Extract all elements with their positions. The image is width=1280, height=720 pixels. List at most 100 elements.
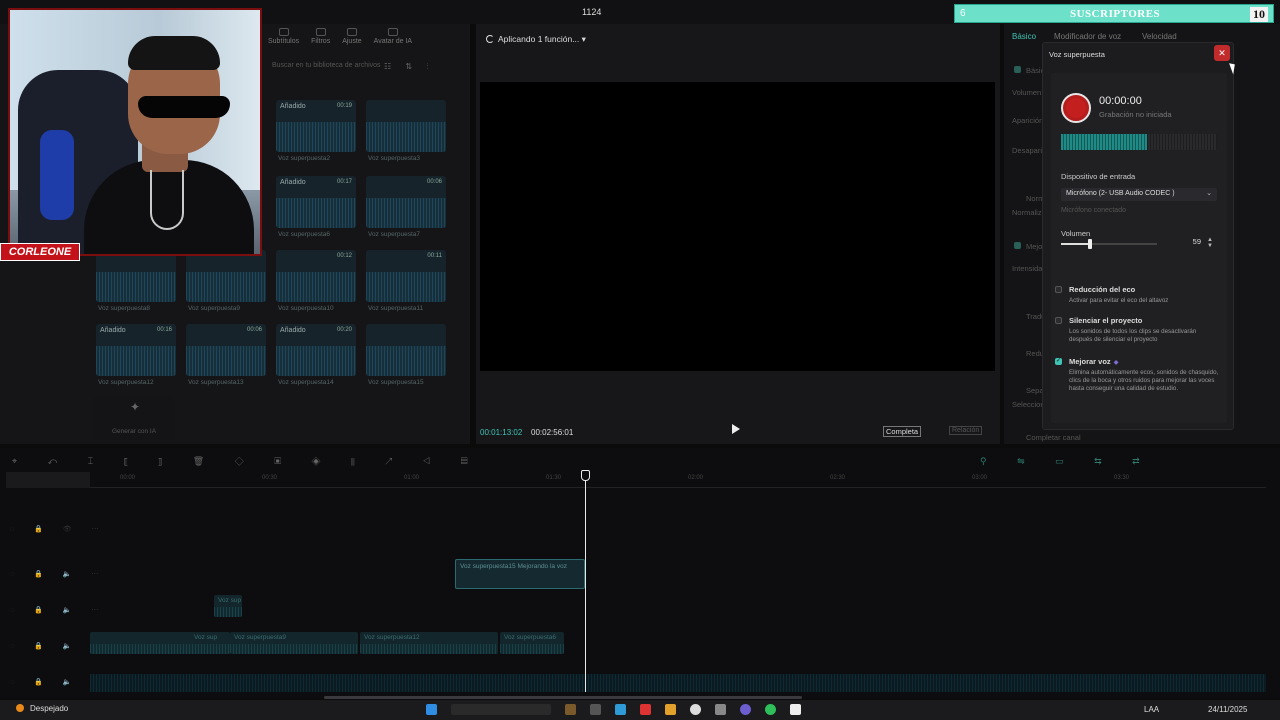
input-device-select[interactable]: Micrófono (2- USB Audio CODEC ) ⌄ <box>1061 188 1217 201</box>
timeline-right-tools[interactable]: ⚲ ⇋ ▭ ⇆ ⇄ <box>980 456 1154 467</box>
selected-audio-clip[interactable]: Voz superpuesta15 Mejorando la voz <box>455 559 585 589</box>
app-icon[interactable] <box>615 704 626 715</box>
weather-widget[interactable]: Despejado <box>16 704 68 713</box>
subs-label: SUSCRIPTORES <box>1070 8 1161 20</box>
media-clip[interactable] <box>366 324 446 376</box>
clip-duration: 00:06 <box>426 179 442 185</box>
tool-filters[interactable]: Filtros <box>311 28 330 45</box>
record-button[interactable] <box>1061 93 1091 123</box>
added-badge: Añadido <box>280 327 306 334</box>
tool-subtitles[interactable]: Subtítulos <box>268 28 299 45</box>
chain-necklace <box>150 170 184 230</box>
player-status[interactable]: Aplicando 1 función... ▾ <box>486 34 586 45</box>
chevron-down-icon: ⌄ <box>1206 190 1212 197</box>
language-indicator[interactable]: LAA <box>1144 705 1159 714</box>
clip-name: Voz superpuesta7 <box>368 231 421 238</box>
timeline-toolbar[interactable]: ⌖ ↶ ⌶ ⟦ ⟧ 🗑 ◇ ▣ ◈ ⦀ ↗ ◁ ▤ <box>12 456 482 467</box>
search-box[interactable] <box>451 704 551 715</box>
taskbar-apps <box>426 704 801 715</box>
clip-duration: 00:16 <box>156 327 172 333</box>
total-time: 00:02:56:01 <box>531 428 574 437</box>
clip-duration: 00:17 <box>336 179 352 185</box>
ruler-tick-label: 01:30 <box>546 475 562 481</box>
ratio-button[interactable]: Relación <box>949 426 983 435</box>
preview-screen[interactable] <box>480 82 995 371</box>
audio-clip[interactable]: Voz superpuesta12 <box>360 632 498 654</box>
subscriber-overlay: 6 SUSCRIPTORES 10 <box>954 4 1274 23</box>
full-quality-button[interactable]: Completa <box>883 426 922 437</box>
playhead[interactable] <box>581 470 590 692</box>
ruler-tick-label: 02:00 <box>688 475 704 481</box>
tool-adjust[interactable]: Ajuste <box>342 28 362 45</box>
added-badge: Añadido <box>280 103 306 110</box>
ruler-tick-label: 00:30 <box>262 475 278 481</box>
app-icon[interactable] <box>690 704 701 715</box>
track-controls[interactable]: ◌ 🔒 👁 ⋯ <box>10 525 108 533</box>
timeline: ⌖ ↶ ⌶ ⟦ ⟧ 🗑 ◇ ▣ ◈ ⦀ ↗ ◁ ▤ ⚲ ⇋ ▭ ⇆ ⇄ 00:0… <box>0 448 1280 699</box>
media-clip[interactable]: Añadido 00:17 <box>276 176 356 228</box>
media-clip[interactable]: 00:12 <box>276 250 356 302</box>
basic-checkbox[interactable] <box>1014 66 1021 73</box>
time-ruler[interactable]: 00:00 00:30 01:00 01:30 02:00 02:30 03:00 03:30 <box>90 472 1266 488</box>
media-clip[interactable]: Añadido 00:20 <box>276 324 356 376</box>
app-icon[interactable] <box>715 704 726 715</box>
generate-ai-button[interactable]: ✦ Generar con IA <box>94 396 174 440</box>
audio-clip[interactable]: Voz sup <box>214 595 242 617</box>
clip-name: Voz superpuesta9 <box>188 305 241 312</box>
app-icon[interactable] <box>565 704 576 715</box>
ruler-tick-label: 03:00 <box>972 475 988 481</box>
tool-ai-avatar[interactable]: Avatar de IA <box>374 28 412 45</box>
clip-name: Voz superpuesta12 <box>98 379 154 386</box>
audio-clip[interactable]: Voz superpuesta6 <box>500 632 564 654</box>
app-icon[interactable] <box>590 704 601 715</box>
media-clip[interactable]: 00:06 <box>366 176 446 228</box>
taskbar: Despejado LAA 24/11/2025 <box>0 700 1280 720</box>
current-time: 00:01:13:02 <box>480 428 523 437</box>
clip-name: Voz superpuesta10 <box>278 305 334 312</box>
enhance-checkbox[interactable] <box>1014 242 1021 249</box>
mute-checkbox[interactable] <box>1055 317 1062 324</box>
play-icon[interactable] <box>732 424 740 434</box>
track-controls[interactable]: ◌ 🔒 🔈 ⋯ <box>10 570 107 578</box>
main-audio-track[interactable] <box>90 674 1266 692</box>
capcut-icon[interactable] <box>790 704 801 715</box>
spinner-icon <box>486 35 494 43</box>
timeline-scrollbar[interactable] <box>324 696 802 699</box>
media-clip[interactable]: Añadido 00:19 <box>276 100 356 152</box>
media-clip[interactable]: 00:11 <box>366 250 446 302</box>
window-title: 1124 <box>582 7 602 17</box>
audio-clip[interactable]: Voz sup <box>90 632 230 654</box>
sort-filter-icons[interactable]: ☷ ⇅ ⫶ <box>384 62 434 72</box>
tab-speed[interactable]: Velocidad <box>1142 32 1177 41</box>
audio-clip[interactable]: Voz superpuesta9 <box>230 632 358 654</box>
ruler-tick-label: 01:00 <box>404 475 420 481</box>
voiceover-dialog: Voz superpuesta ✕ 00:00:00 Grabación no … <box>1042 42 1234 430</box>
media-clip[interactable] <box>186 250 266 302</box>
volume-label: Volumen <box>1061 229 1091 238</box>
tab-voice-changer[interactable]: Modificador de voz <box>1054 32 1121 41</box>
volume-stepper[interactable]: ▲ ▼ <box>1207 237 1213 249</box>
media-search-input[interactable]: Buscar en tu biblioteca de archivos <box>272 62 381 69</box>
start-icon[interactable] <box>426 704 437 715</box>
tab-basic[interactable]: Básico <box>1012 32 1036 41</box>
date-display[interactable]: 24/11/2025 <box>1208 705 1247 714</box>
subs-count-left: 6 <box>960 8 966 19</box>
volume-slider-handle[interactable] <box>1087 239 1092 249</box>
media-clip[interactable] <box>96 250 176 302</box>
enhance-voice-checkbox[interactable] <box>1055 357 1062 365</box>
volume-slider[interactable] <box>1061 239 1157 249</box>
app-icon[interactable] <box>640 704 651 715</box>
subs-count-right: 10 <box>1250 7 1268 22</box>
clip-duration: 00:20 <box>336 327 352 333</box>
whatsapp-icon[interactable] <box>765 704 776 715</box>
mic-status: Micrófono conectado <box>1061 207 1126 214</box>
echo-checkbox[interactable] <box>1055 286 1062 293</box>
app-icon[interactable] <box>665 704 676 715</box>
app-icon[interactable] <box>740 704 751 715</box>
track-controls[interactable]: ◌ 🔒 🔈 ⋯ <box>10 606 107 614</box>
media-clip[interactable]: 00:06 <box>186 324 266 376</box>
close-icon[interactable]: ✕ <box>1214 45 1230 61</box>
media-clip[interactable] <box>366 100 446 152</box>
ruler-tick-label: 02:30 <box>830 475 846 481</box>
media-clip[interactable]: Añadido 00:16 <box>96 324 176 376</box>
